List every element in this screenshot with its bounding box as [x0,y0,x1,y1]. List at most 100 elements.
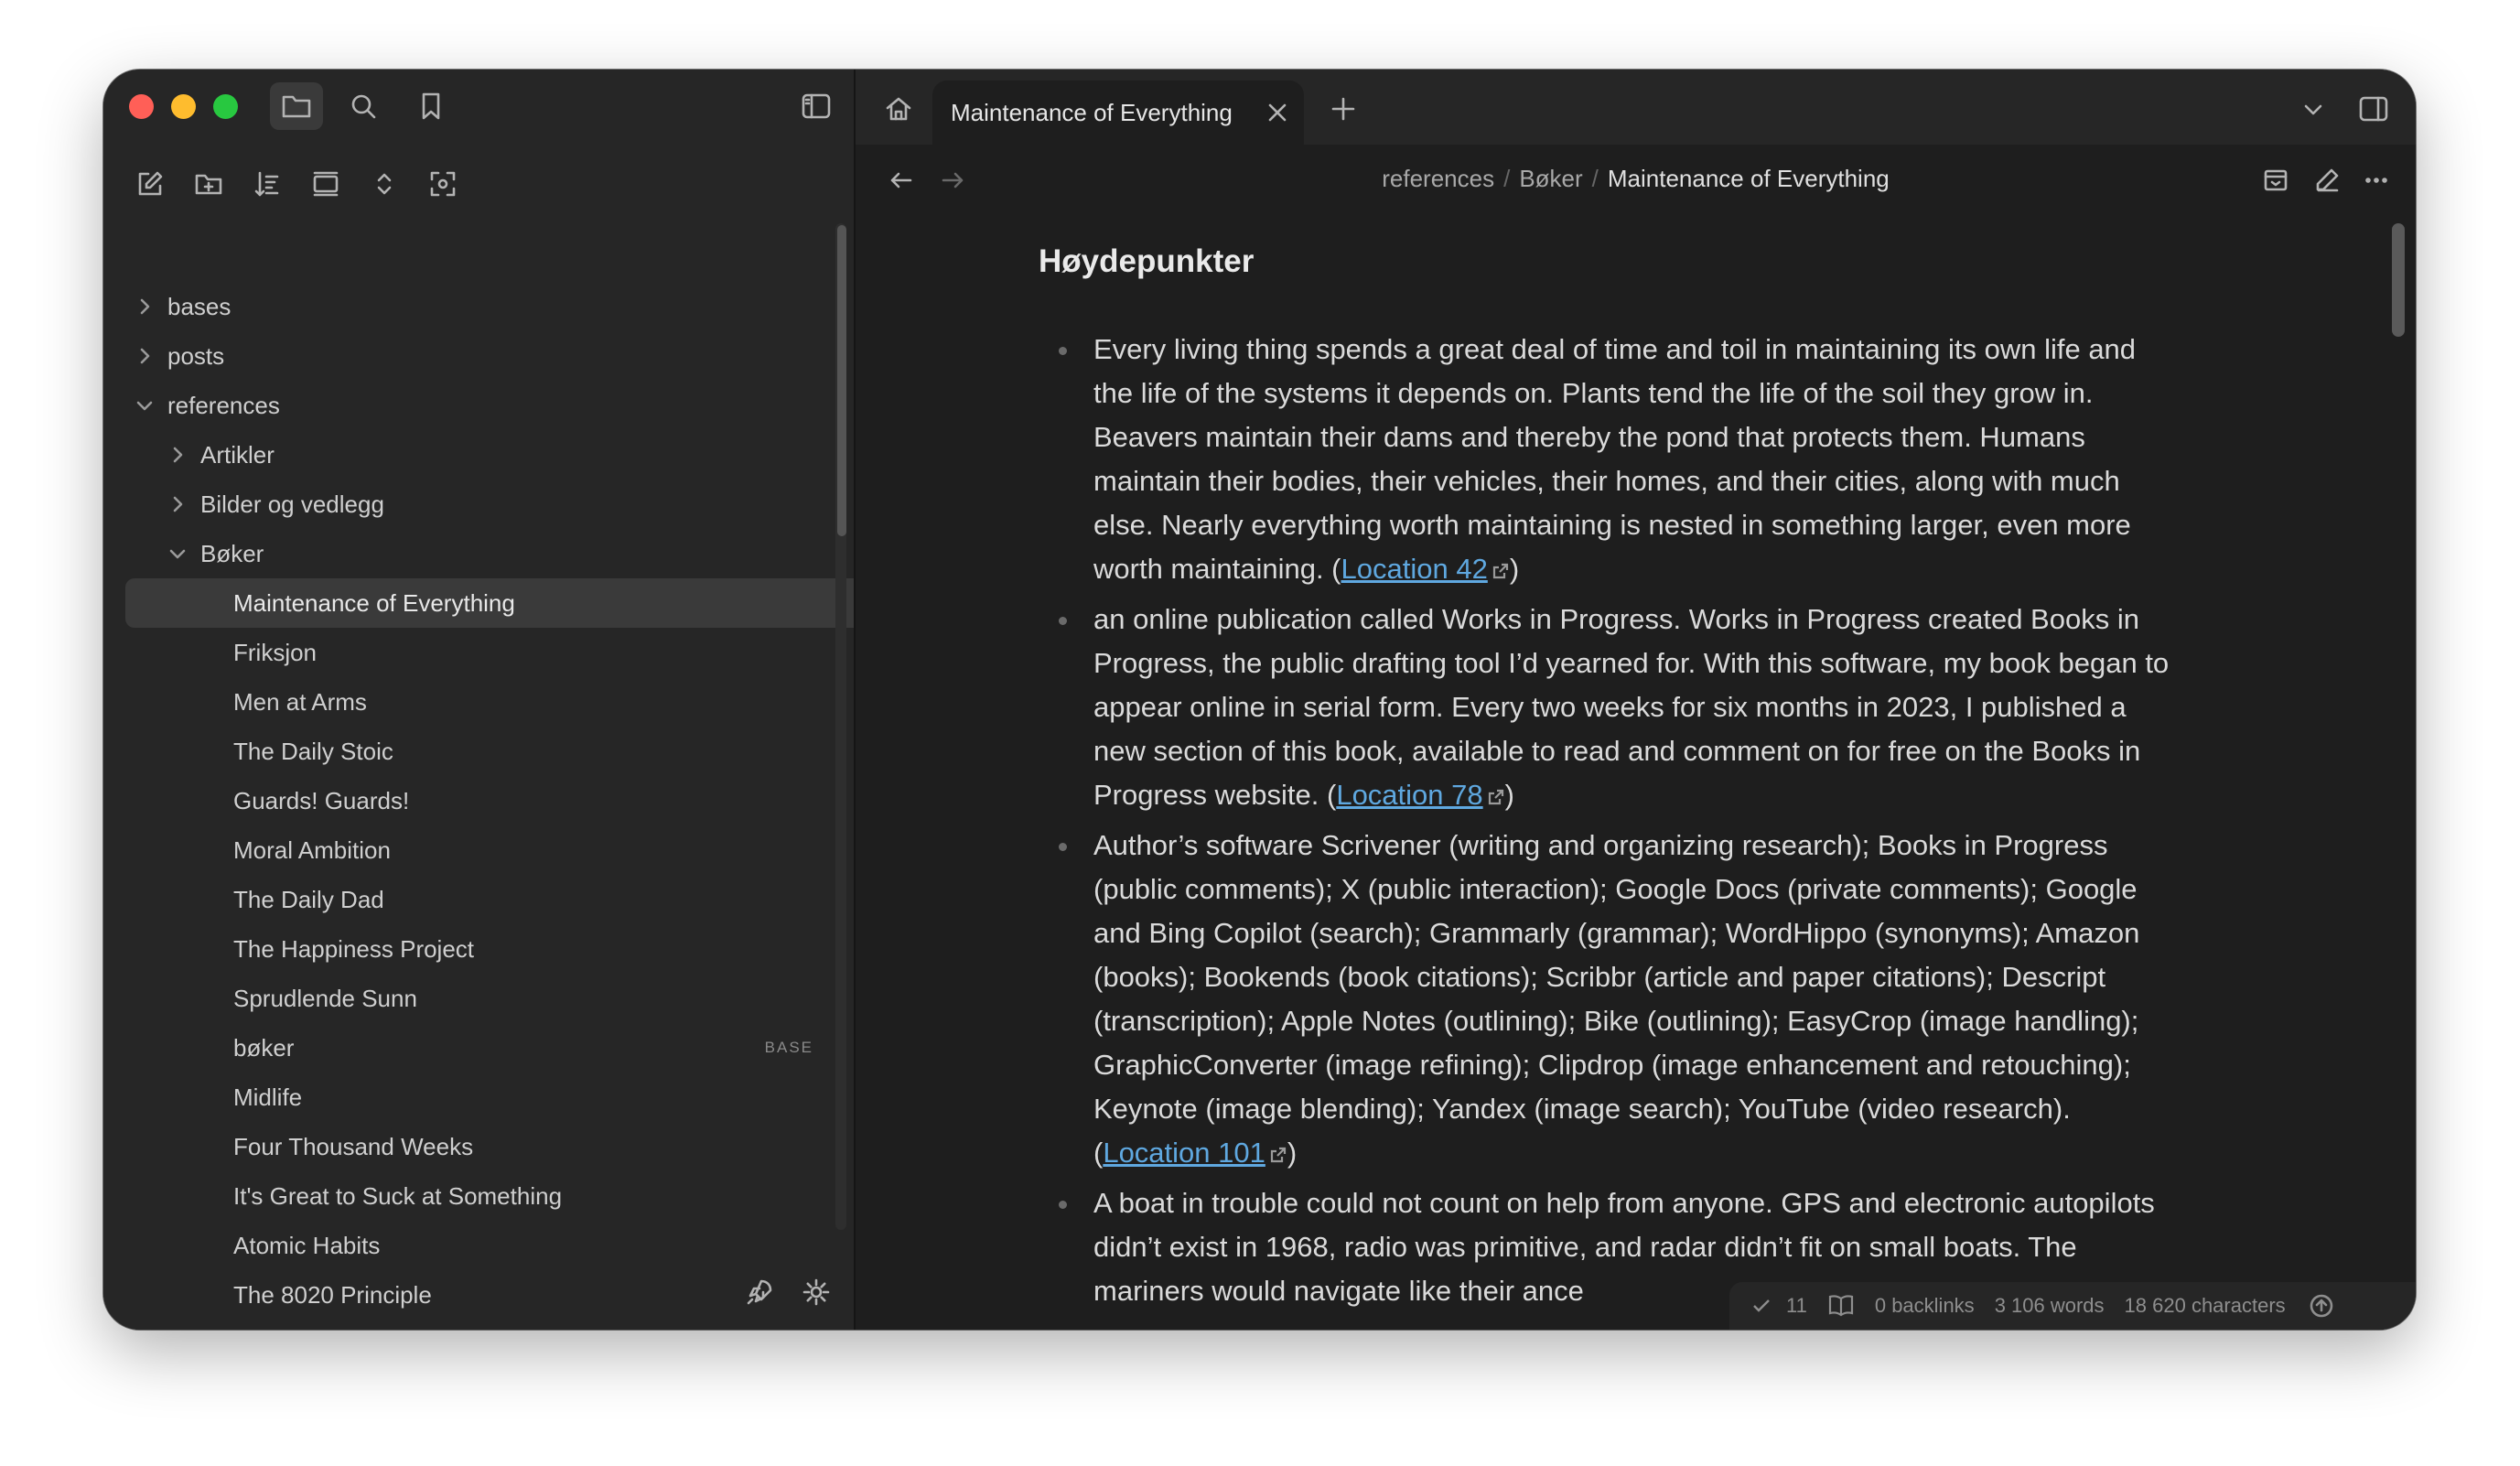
tree-item[interactable]: Artikler [103,430,835,480]
tab-maintenance-of-everything[interactable]: Maintenance of Everything [932,81,1304,145]
new-note-icon [138,171,163,196]
file-type-badge: BASE [764,1039,813,1056]
files-view-button[interactable] [270,82,323,130]
tree-item[interactable]: Four Thousand Weeks [103,1122,835,1171]
settings-button[interactable] [793,1270,839,1314]
location-link[interactable]: Location 42 [1341,553,1488,585]
tree-item[interactable]: Friksjon [103,628,835,677]
chevron-down-icon [2304,104,2322,115]
search-icon [351,94,376,119]
check-icon [1753,1299,1770,1312]
reading-view-button[interactable] [2255,159,2297,201]
word-count: 3 106 words [1994,1294,2105,1317]
sidebar: bases posts references Artikler Bilder og ve… [103,70,914,1330]
tree-item[interactable]: Sprudlende Sunn [103,974,835,1023]
close-window-button[interactable] [129,94,154,119]
tasks-count: 11 [1786,1294,1807,1317]
tree-item[interactable]: The Daily Stoic [103,727,835,776]
auto-reveal-button[interactable] [303,163,349,205]
tree-item-label: Four Thousand Weeks [233,1132,474,1160]
note-heading: Høydepunkter [1039,243,1255,279]
tree-item[interactable]: The Daily Dad [103,875,835,924]
minimize-window-button[interactable] [171,94,196,119]
plus-icon [1331,97,1355,121]
closing-paren: ) [1287,1137,1298,1169]
collapse-all-button[interactable] [361,163,407,205]
note-content[interactable]: Høydepunkter Every living thing spends a… [856,218,2388,1330]
sort-button[interactable] [244,163,290,205]
folder-icon [282,95,311,118]
tree-item[interactable]: The 8020 Principle [103,1270,835,1320]
open-book-icon [1828,1295,1853,1317]
toggle-right-sidebar-button[interactable] [2350,86,2397,132]
rocket-icon [747,1279,772,1305]
tree-item-label: Friksjon [233,638,318,666]
tree-item[interactable]: bases [103,282,835,331]
tree-item[interactable]: It's Great to Suck at Something [103,1171,835,1221]
zoom-window-button[interactable] [213,94,238,119]
search-view-button[interactable] [339,82,387,130]
chevron-down-icon[interactable] [167,544,188,564]
external-link-icon [1487,775,1505,819]
tree-item[interactable]: Atomic Habits [103,1221,835,1270]
tree-item[interactable]: Midlife [103,1073,835,1122]
tab-list-button[interactable] [2293,90,2333,130]
sync-status-button[interactable] [2306,1290,2337,1321]
chevron-down-icon[interactable] [135,395,155,415]
tab-title: Maintenance of Everything [951,98,1233,126]
reading-stats-icon-wrap[interactable] [1827,1293,1855,1319]
sort-icon [254,171,279,197]
tree-item[interactable]: Moral Ambition [103,825,835,875]
chevron-right-icon[interactable] [167,445,188,465]
tree-item-label: The Daily Stoic [233,737,393,765]
tree-item-label: Men at Arms [233,687,367,716]
chevron-right-icon[interactable] [135,346,155,366]
chevron-right-icon[interactable] [167,494,188,514]
breadcrumb-boker[interactable]: Bøker [1519,165,1582,192]
tree-item-label: Bilder og vedlegg [200,490,384,518]
publish-button[interactable] [737,1270,782,1314]
focus-button[interactable] [420,163,466,205]
tree-item-label: Midlife [233,1083,303,1111]
tree-item[interactable]: references [103,381,835,430]
more-horizontal-icon [2365,178,2387,183]
breadcrumb: references / Bøker / Maintenance of Everythi… [856,165,2416,193]
more-options-button[interactable] [2355,159,2397,201]
breadcrumb-separator: / [1503,165,1511,192]
tree-item[interactable]: The Happiness Project [103,924,835,974]
tree-item[interactable]: posts [103,331,835,381]
home-button[interactable] [876,86,921,132]
tree-item-label: Guards! Guards! [233,786,410,814]
editor-scrollbar-thumb[interactable] [2392,223,2405,337]
tree-item[interactable]: Maintenance of Everything [125,578,914,628]
app-window: bases posts references Artikler Bilder og ve… [103,70,2416,1330]
sidebar-scrollbar-thumb[interactable] [837,225,846,536]
toggle-sidebar-button[interactable] [792,82,841,130]
close-tab-button[interactable] [1265,101,1289,124]
edit-button[interactable] [2306,159,2348,201]
backlinks-count[interactable]: 0 backlinks [1875,1294,1975,1318]
location-link[interactable]: Location 78 [1336,779,1482,811]
tree-item[interactable]: bøker BASE [103,1023,835,1073]
tree-item-label: references [167,391,280,419]
new-folder-button[interactable] [186,163,232,205]
location-link[interactable]: Location 101 [1103,1137,1265,1169]
closing-paren: ) [1504,779,1514,811]
tree-item[interactable]: Men at Arms [103,677,835,727]
tree-item-label: The Happiness Project [233,934,475,963]
breadcrumb-current[interactable]: Maintenance of Everything [1608,165,1890,192]
tree-item[interactable]: Guards! Guards! [103,776,835,825]
new-tab-button[interactable] [1322,88,1364,130]
tree-item-label: bøker [233,1033,295,1062]
highlight-list: Every living thing spends a great deal o… [1039,328,2182,1318]
tree-item[interactable]: Bøker [103,529,835,578]
bookmarks-view-button[interactable] [407,82,455,130]
chevron-right-icon[interactable] [135,296,155,317]
new-note-button[interactable] [127,163,173,205]
closing-paren: ) [1509,553,1520,585]
breadcrumb-references[interactable]: references [1382,165,1494,192]
highlight-item: an online publication called Works in Pr… [1039,598,2182,819]
tree-item-label: Moral Ambition [233,835,391,864]
tree-item[interactable]: Bilder og vedlegg [103,480,835,529]
tasks-indicator[interactable]: 11 [1750,1294,1807,1318]
